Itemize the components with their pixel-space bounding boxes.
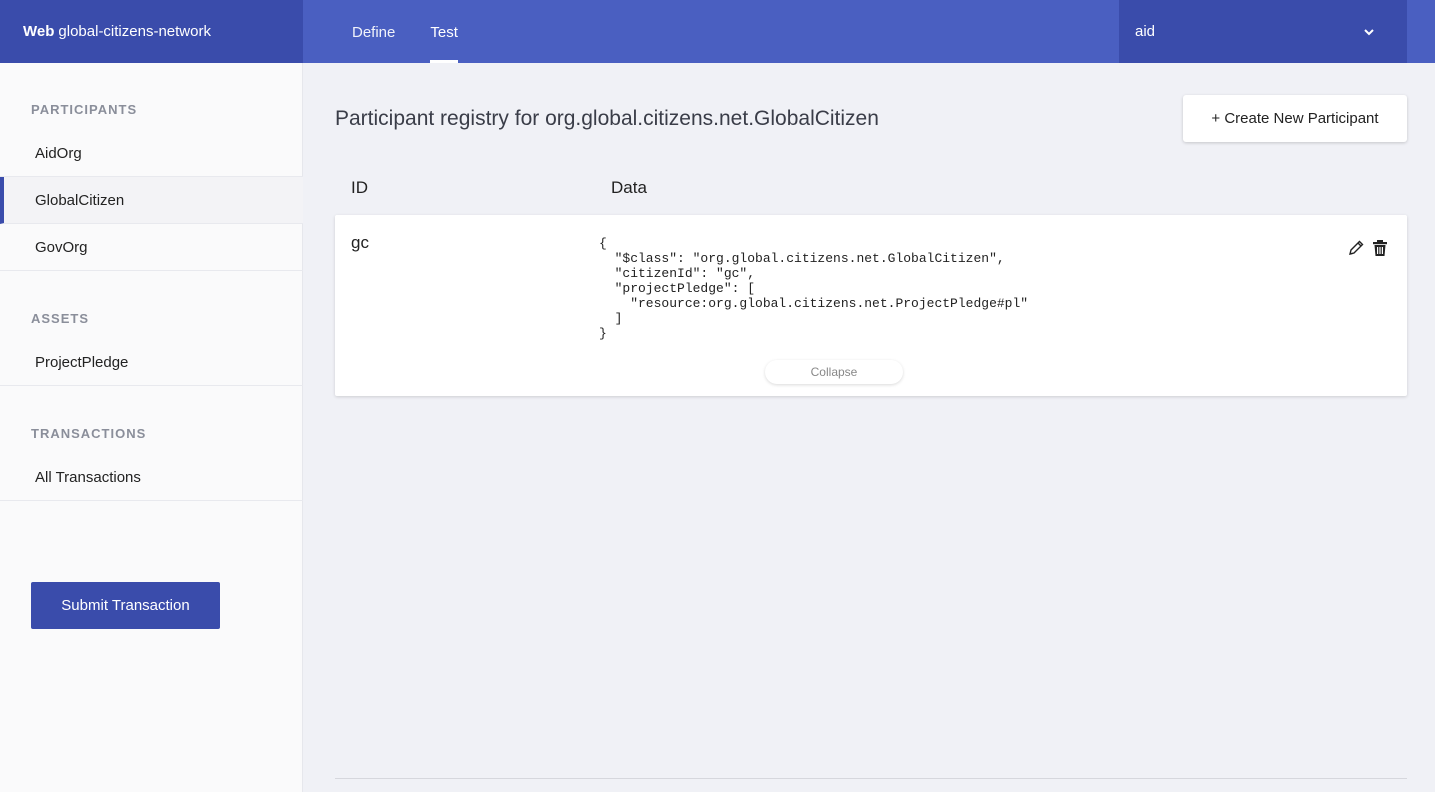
sidebar-item-projectpledge[interactable]: ProjectPledge: [0, 339, 303, 386]
transactions-heading: TRANSACTIONS: [31, 426, 147, 441]
sidebar: PARTICIPANTS AidOrg GlobalCitizen GovOrg…: [0, 63, 303, 792]
tab-define[interactable]: Define: [352, 0, 395, 63]
participants-heading: PARTICIPANTS: [31, 102, 138, 117]
record-row: gc { "$class": "org.global.citizens.net.…: [335, 215, 1407, 396]
column-header-id: ID: [351, 178, 368, 197]
divider: [335, 778, 1407, 779]
tab-bar: Define Test: [352, 0, 458, 63]
sidebar-item-aidorg[interactable]: AidOrg: [0, 130, 303, 177]
sidebar-item-govorg[interactable]: GovOrg: [0, 224, 303, 271]
record-id: gc: [351, 233, 369, 252]
identity-value: aid: [1135, 23, 1156, 40]
brand-name: global-citizens-network: [58, 23, 211, 40]
page-title: Participant registry for org.global.citi…: [335, 107, 879, 130]
sidebar-item-all-transactions[interactable]: All Transactions: [0, 454, 303, 501]
column-header-data: Data: [611, 178, 647, 197]
collapse-button[interactable]: Collapse: [765, 360, 903, 384]
assets-heading: ASSETS: [31, 311, 90, 326]
brand-bold: Web: [23, 23, 55, 40]
pencil-icon[interactable]: [1347, 239, 1365, 257]
brand: Web global-citizens-network: [0, 0, 303, 63]
submit-transaction-button[interactable]: Submit Transaction: [31, 582, 220, 629]
record-data: { "$class": "org.global.citizens.net.Glo…: [599, 236, 1029, 341]
sidebar-item-globalcitizen[interactable]: GlobalCitizen: [0, 177, 303, 224]
create-participant-button[interactable]: + Create New Participant: [1183, 95, 1407, 142]
identity-select[interactable]: aid: [1119, 0, 1407, 63]
trash-icon[interactable]: [1371, 239, 1389, 257]
tab-test[interactable]: Test: [430, 0, 458, 63]
chevron-down-icon: [1364, 29, 1374, 36]
top-bar: Web global-citizens-network Define Test a…: [0, 0, 1435, 63]
